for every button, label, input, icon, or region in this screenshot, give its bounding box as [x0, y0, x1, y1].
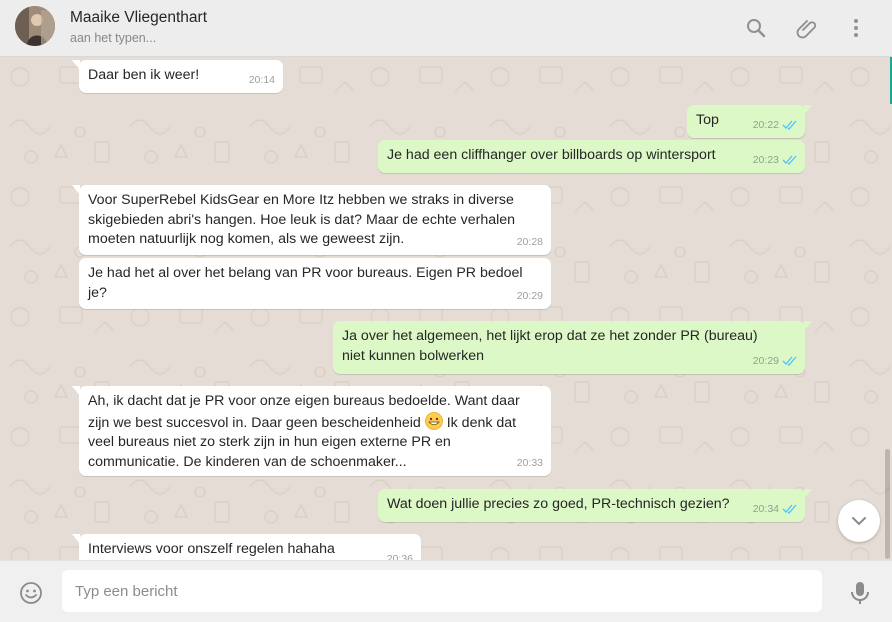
- contact-status: aan het typen...: [70, 31, 157, 45]
- message-meta: 20:36: [387, 550, 413, 560]
- read-double-tick-icon: [782, 120, 797, 131]
- message-incoming[interactable]: Je had het al over het belang van PR voo…: [79, 258, 551, 309]
- bubble-tail: [804, 105, 812, 115]
- message-time: 20:28: [516, 235, 543, 248]
- message-meta: 20:34: [753, 500, 797, 520]
- scroll-to-bottom-button[interactable]: [838, 500, 880, 542]
- contact-avatar[interactable]: [15, 6, 55, 46]
- scrollbar-thumb[interactable]: [885, 449, 890, 559]
- message-meta: 20:29: [517, 287, 543, 307]
- message-time: 20:33: [516, 456, 543, 469]
- search-icon: [747, 19, 766, 38]
- message-meta: 20:14: [249, 71, 275, 91]
- message-meta: 20:28: [517, 233, 543, 253]
- message-text: Je had het al over het belang van PR voo…: [88, 265, 523, 301]
- message-meta: 20:29: [753, 352, 797, 372]
- contact-info[interactable]: Maaike Vliegenthart aan het typen...: [70, 9, 207, 46]
- read-double-tick-icon: [782, 155, 797, 166]
- message-outgoing[interactable]: Je had een cliffhanger over billboards o…: [378, 140, 805, 173]
- contact-name: Maaike Vliegenthart: [70, 9, 207, 26]
- message-text: Ah, ik dacht dat je PR voor onze eigen b…: [79, 386, 551, 472]
- message-time: 20:14: [248, 73, 275, 86]
- search-button[interactable]: [744, 16, 768, 40]
- message-incoming[interactable]: Ah, ik dacht dat je PR voor onze eigen b…: [72, 386, 551, 476]
- more-vertical-icon: [854, 19, 858, 37]
- message-input[interactable]: [62, 570, 822, 612]
- chevron-down-icon: [852, 517, 866, 526]
- message-meta: 20:22: [753, 116, 797, 136]
- paperclip-icon: [796, 20, 817, 39]
- bubble-tail: [72, 185, 80, 195]
- bubble-tail: [72, 386, 80, 396]
- bubble-tail: [72, 534, 80, 544]
- composer-bar: [0, 560, 892, 622]
- message-text: Interviews voor onszelf regelen hahaha: [88, 541, 335, 557]
- avatar-photo-icon: [15, 6, 55, 46]
- bubble-tail: [804, 321, 812, 331]
- message-incoming[interactable]: Daar ben ik weer! 20:14: [72, 60, 283, 93]
- microphone-icon: [851, 582, 869, 604]
- message-text: Voor SuperRebel KidsGear en More Itz heb…: [88, 192, 516, 247]
- message-time: 20:34: [752, 502, 779, 515]
- message-time: 20:29: [752, 354, 779, 367]
- chat-header: Maaike Vliegenthart aan het typen...: [0, 0, 892, 57]
- message-meta: 20:23: [753, 151, 797, 171]
- message-text: Wat doen jullie precies zo goed, PR-tech…: [387, 496, 730, 512]
- message-incoming[interactable]: Voor SuperRebel KidsGear en More Itz heb…: [72, 185, 551, 255]
- read-double-tick-icon: [782, 356, 797, 367]
- message-time: 20:36: [386, 553, 413, 560]
- smiley-icon: [20, 582, 42, 604]
- bubble-tail: [72, 60, 80, 70]
- message-time: 20:29: [516, 289, 543, 302]
- message-outgoing[interactable]: Top 20:22: [687, 105, 812, 138]
- message-time: 20:22: [752, 118, 779, 131]
- emoji-button[interactable]: [19, 581, 43, 605]
- message-list[interactable]: Daar ben ik weer! 20:14 Top 20:22 Je had…: [0, 57, 892, 560]
- attach-button[interactable]: [794, 16, 818, 40]
- grinning-face-emoji-icon: [424, 411, 443, 430]
- message-outgoing[interactable]: Ja over het algemeen, het lijkt erop dat…: [333, 321, 812, 374]
- message-text: Je had een cliffhanger over billboards o…: [387, 147, 716, 163]
- message-incoming[interactable]: Interviews voor onszelf regelen hahaha 2…: [72, 534, 421, 560]
- message-meta: 20:33: [517, 454, 543, 474]
- bubble-tail: [804, 489, 812, 499]
- microphone-button[interactable]: [849, 580, 871, 606]
- message-outgoing[interactable]: Wat doen jullie precies zo goed, PR-tech…: [378, 489, 812, 522]
- message-text: Ja over het algemeen, het lijkt erop dat…: [342, 328, 758, 364]
- read-double-tick-icon: [782, 504, 797, 515]
- menu-button[interactable]: [844, 16, 868, 40]
- message-time: 20:23: [752, 153, 779, 166]
